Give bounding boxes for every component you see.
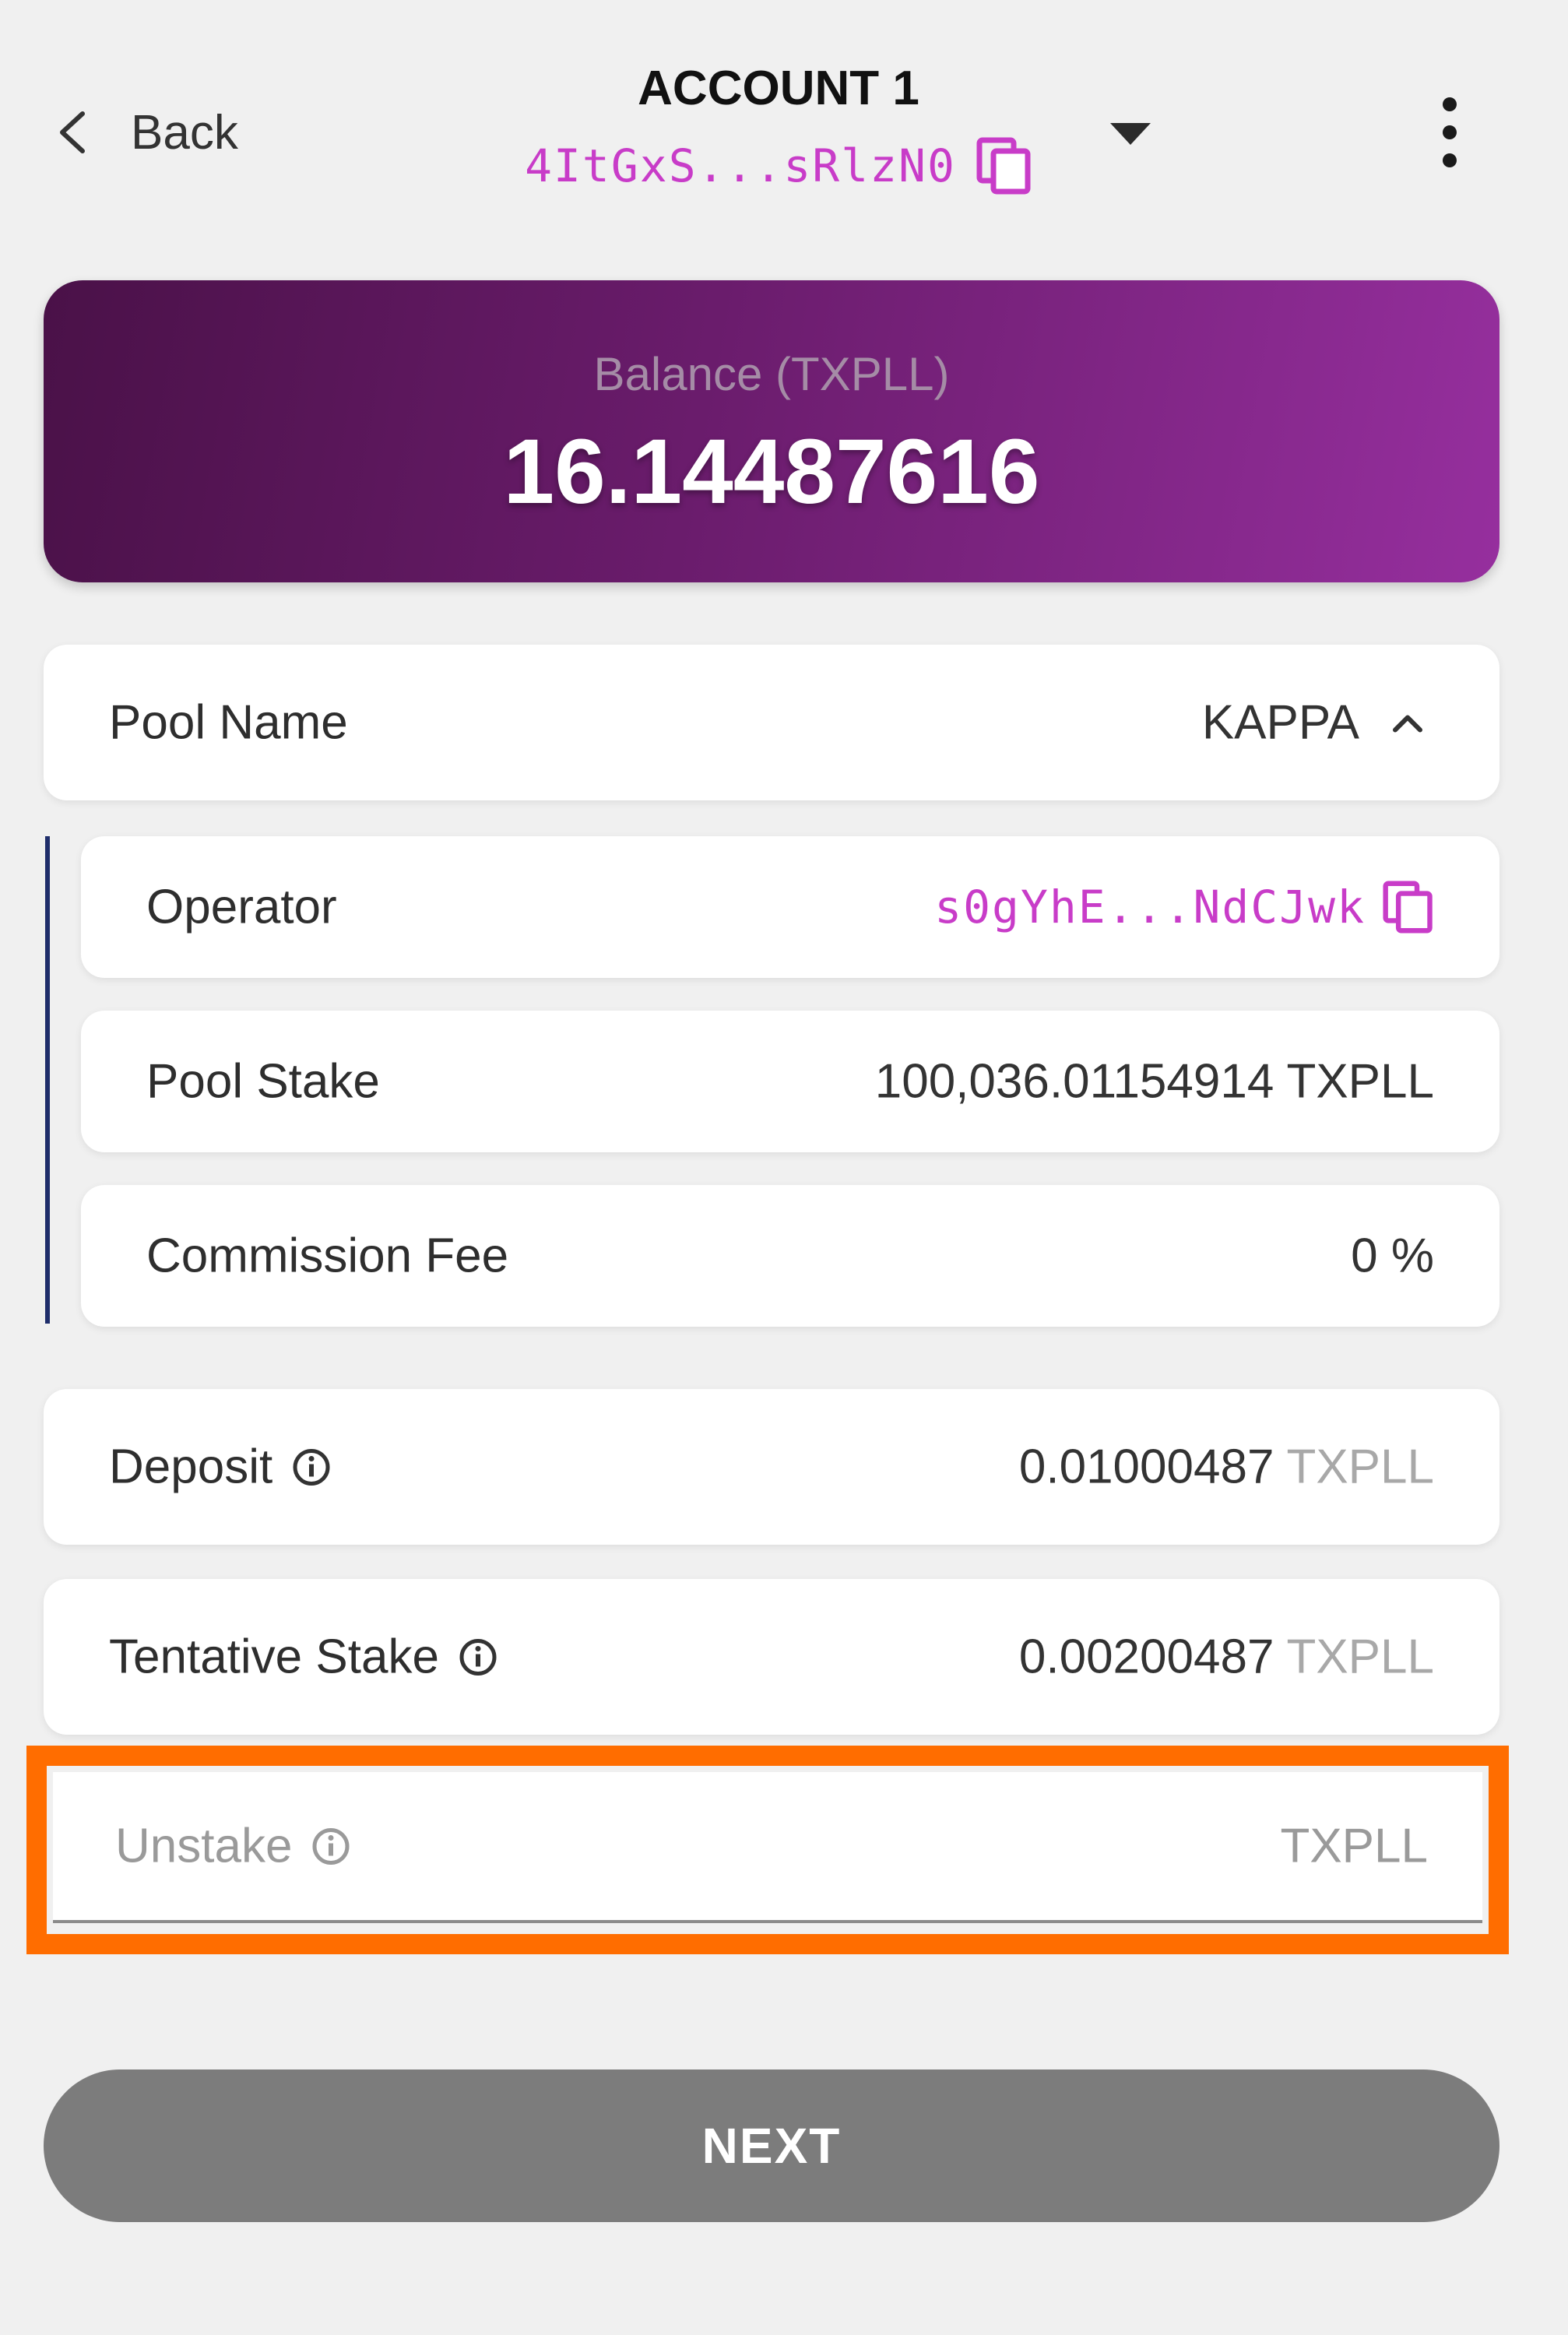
account-address-row: 4ItGxS...sRlzN0 bbox=[389, 137, 1168, 195]
deposit-unit: TXPLL bbox=[1286, 1440, 1434, 1494]
operator-address: s0gYhE...NdCJwk bbox=[934, 881, 1366, 934]
chevron-up-icon[interactable] bbox=[1390, 711, 1425, 734]
deposit-value: 0.01000487 bbox=[1018, 1440, 1274, 1494]
balance-card: Balance (TXPLL) 16.14487616 bbox=[44, 280, 1499, 582]
pool-stake-row: Pool Stake 100,036.01154914 TXPLL bbox=[81, 1011, 1499, 1152]
account-selector: ACCOUNT 1 4ItGxS...sRlzN0 bbox=[389, 61, 1168, 216]
pool-stake-value: 100,036.01154914 TXPLL bbox=[874, 1054, 1434, 1109]
operator-label: Operator bbox=[146, 880, 337, 934]
balance-value: 16.14487616 bbox=[503, 420, 1040, 523]
caret-down-icon[interactable] bbox=[1109, 121, 1152, 146]
account-address: 4ItGxS...sRlzN0 bbox=[525, 139, 956, 192]
operator-value-group: s0gYhE...NdCJwk bbox=[934, 880, 1434, 934]
tentative-stake-label: Tentative Stake bbox=[109, 1630, 439, 1684]
deposit-value-group: 0.01000487 TXPLL bbox=[1019, 1440, 1434, 1495]
commission-fee-label: Commission Fee bbox=[146, 1229, 509, 1283]
info-icon[interactable] bbox=[458, 1637, 498, 1677]
deposit-label-group: Deposit bbox=[109, 1440, 332, 1495]
unstake-input[interactable] bbox=[53, 1772, 1482, 1920]
pool-name-row[interactable]: Pool Name KAPPA bbox=[44, 645, 1499, 800]
tentative-stake-unit: TXPLL bbox=[1286, 1630, 1434, 1684]
info-icon[interactable] bbox=[291, 1447, 332, 1487]
deposit-row: Deposit 0.01000487 TXPLL bbox=[44, 1389, 1499, 1545]
next-button[interactable]: NEXT bbox=[44, 2069, 1499, 2222]
commission-fee-row: Commission Fee 0 % bbox=[81, 1185, 1499, 1327]
tentative-stake-label-group: Tentative Stake bbox=[109, 1630, 498, 1685]
back-button[interactable]: Back bbox=[54, 97, 238, 167]
operator-row: Operator s0gYhE...NdCJwk bbox=[81, 836, 1499, 978]
pool-details-tree-line bbox=[45, 836, 50, 1324]
copy-icon[interactable] bbox=[1383, 880, 1434, 934]
tentative-stake-row: Tentative Stake 0.00200487 TXPLL bbox=[44, 1579, 1499, 1735]
account-title: ACCOUNT 1 bbox=[638, 62, 919, 115]
deposit-label: Deposit bbox=[109, 1440, 273, 1494]
pool-name-value: KAPPA bbox=[1201, 695, 1359, 750]
chevron-left-icon bbox=[60, 111, 85, 153]
pool-stake-label: Pool Stake bbox=[146, 1054, 380, 1109]
header: Back ACCOUNT 1 4ItGxS...sRlzN0 bbox=[0, 0, 1568, 234]
pool-name-label: Pool Name bbox=[109, 695, 348, 750]
pool-name-value-group: KAPPA bbox=[1202, 695, 1425, 751]
more-vertical-icon[interactable] bbox=[1434, 93, 1465, 171]
copy-icon[interactable] bbox=[976, 137, 1032, 195]
balance-label: Balance (TXPLL) bbox=[593, 348, 950, 400]
commission-fee-value: 0 % bbox=[1351, 1229, 1434, 1283]
back-label: Back bbox=[131, 105, 238, 160]
tentative-stake-value-group: 0.00200487 TXPLL bbox=[1019, 1630, 1434, 1685]
info-icon[interactable] bbox=[311, 1826, 351, 1866]
tentative-stake-value: 0.00200487 bbox=[1018, 1630, 1274, 1684]
unstake-field[interactable]: Unstake TXPLL bbox=[53, 1772, 1482, 1923]
